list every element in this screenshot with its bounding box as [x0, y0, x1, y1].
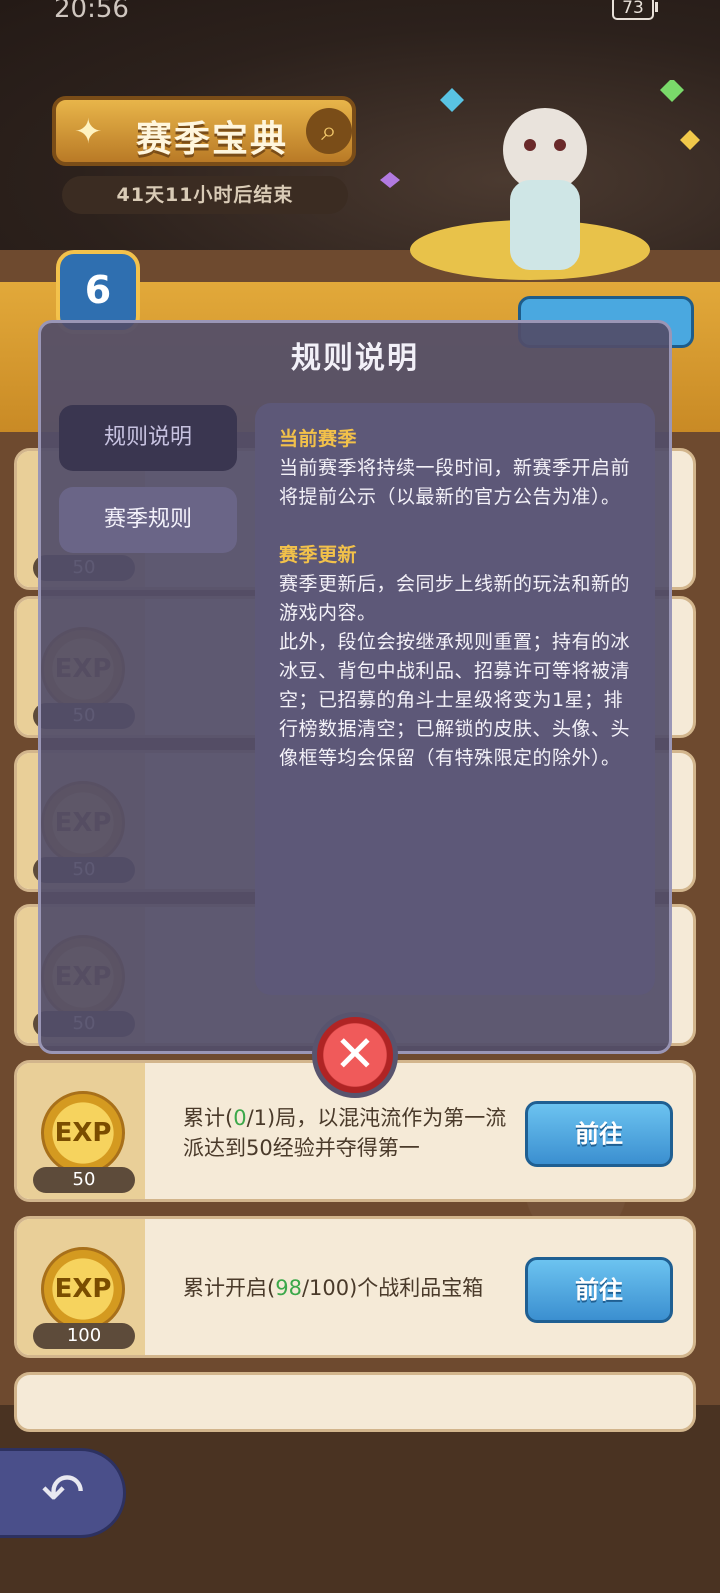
- close-icon: ✕: [334, 1025, 376, 1083]
- section-paragraph: 当前赛季将持续一段时间，新赛季开启前将提前公示（以最新的官方公告为准）。: [279, 457, 631, 508]
- exp-coin-icon: EXP: [41, 1091, 125, 1175]
- page-title: 赛季宝典: [136, 119, 289, 160]
- battery-icon: 73: [612, 0, 654, 20]
- close-button[interactable]: ✕: [312, 1012, 398, 1098]
- character-illustration: [380, 80, 700, 280]
- exp-coin-icon: EXP: [41, 1247, 125, 1331]
- task-reward-area: EXP 50: [17, 1063, 145, 1199]
- status-bar: 20:56 73: [0, 0, 720, 28]
- section-paragraph: 赛季更新后，会同步上线新的玩法和新的游戏内容。: [279, 573, 631, 624]
- task-progress: 98: [275, 1276, 302, 1300]
- tab-rules[interactable]: 规则说明: [59, 405, 237, 471]
- modal-title: 规则说明: [291, 341, 419, 376]
- exp-amount: 50: [33, 1167, 135, 1193]
- tab-season-rules[interactable]: 赛季规则: [59, 487, 237, 553]
- battery-tip: [655, 2, 658, 12]
- season-level: 6: [84, 268, 112, 312]
- task-card: [14, 1372, 696, 1432]
- task-reward-area: EXP 100: [17, 1219, 145, 1355]
- status-time: 20:56: [54, 0, 129, 24]
- season-countdown: 41天11小时后结束: [62, 176, 348, 214]
- season-title-banner: ✦ 赛季宝典 ⌕: [52, 96, 356, 166]
- rules-content-panel[interactable]: 当前赛季 当前赛季将持续一段时间，新赛季开启前将提前公示（以最新的官方公告为准）…: [255, 403, 655, 995]
- back-button[interactable]: ↶: [0, 1448, 126, 1538]
- sparkle-icon: ✦: [74, 112, 103, 152]
- go-button[interactable]: 前往: [525, 1257, 673, 1323]
- exp-amount: 100: [33, 1323, 135, 1349]
- task-progress: 0: [233, 1106, 247, 1130]
- section-paragraph: 此外，段位会按继承规则重置；持有的冰冰豆、背包中战利品、招募许可等将被清空；已招…: [279, 631, 631, 769]
- section-heading: 赛季更新: [279, 544, 358, 566]
- task-description: 累计开启(98/100)个战利品宝箱: [183, 1276, 484, 1300]
- task-card: EXP 100 累计开启(98/100)个战利品宝箱 前往: [14, 1216, 696, 1358]
- search-icon[interactable]: ⌕: [306, 108, 352, 154]
- task-description: 累计(0/1)局，以混沌流作为第一流派达到50经验并夺得第一: [183, 1106, 507, 1160]
- rules-modal: 规则说明 规则说明 赛季规则 当前赛季 当前赛季将持续一段时间，新赛季开启前将提…: [38, 320, 672, 1054]
- go-button[interactable]: 前往: [525, 1101, 673, 1167]
- back-arrow-icon: ↶: [41, 1463, 85, 1523]
- section-heading: 当前赛季: [279, 428, 358, 450]
